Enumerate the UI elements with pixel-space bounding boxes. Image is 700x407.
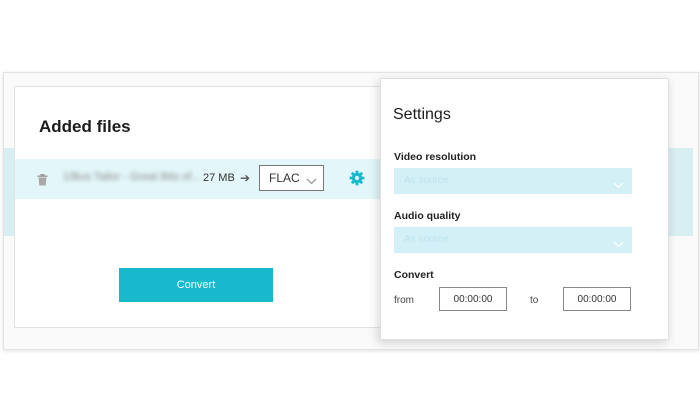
background-band-right — [667, 148, 693, 236]
file-size: 27 MB — [203, 172, 235, 184]
output-format-select[interactable]: FLAC — [259, 165, 324, 191]
chevron-down-icon — [613, 235, 624, 253]
chevron-down-icon — [613, 176, 624, 194]
video-resolution-value: As source — [404, 175, 449, 186]
audio-quality-value: As source — [404, 234, 449, 245]
video-resolution-select[interactable]: As source — [394, 168, 632, 194]
to-label: to — [530, 295, 539, 306]
gear-icon[interactable] — [349, 170, 365, 186]
arrow-right-icon: ➔ — [240, 171, 251, 185]
audio-quality-label: Audio quality — [394, 210, 461, 222]
settings-panel: Settings Video resolution As source Audi… — [380, 78, 669, 340]
from-label: from — [394, 295, 414, 306]
convert-range-label: Convert — [394, 269, 434, 281]
added-files-title: Added files — [39, 117, 131, 136]
from-time-input[interactable] — [439, 287, 507, 311]
settings-title: Settings — [393, 106, 451, 123]
added-files-panel: Added files 1/Bus Tailor - Great Bits of… — [14, 86, 388, 328]
output-format-value: FLAC — [269, 171, 300, 185]
to-time-input[interactable] — [563, 287, 631, 311]
video-resolution-label: Video resolution — [394, 151, 477, 163]
trash-icon[interactable] — [37, 173, 48, 186]
file-name: 1/Bus Tailor - Great Bits of... — [63, 171, 201, 183]
convert-button[interactable]: Convert — [119, 268, 273, 302]
file-row: 1/Bus Tailor - Great Bits of... 27 MB ➔ … — [15, 159, 387, 199]
audio-quality-select[interactable]: As source — [394, 227, 632, 253]
chevron-down-icon — [306, 172, 317, 190]
